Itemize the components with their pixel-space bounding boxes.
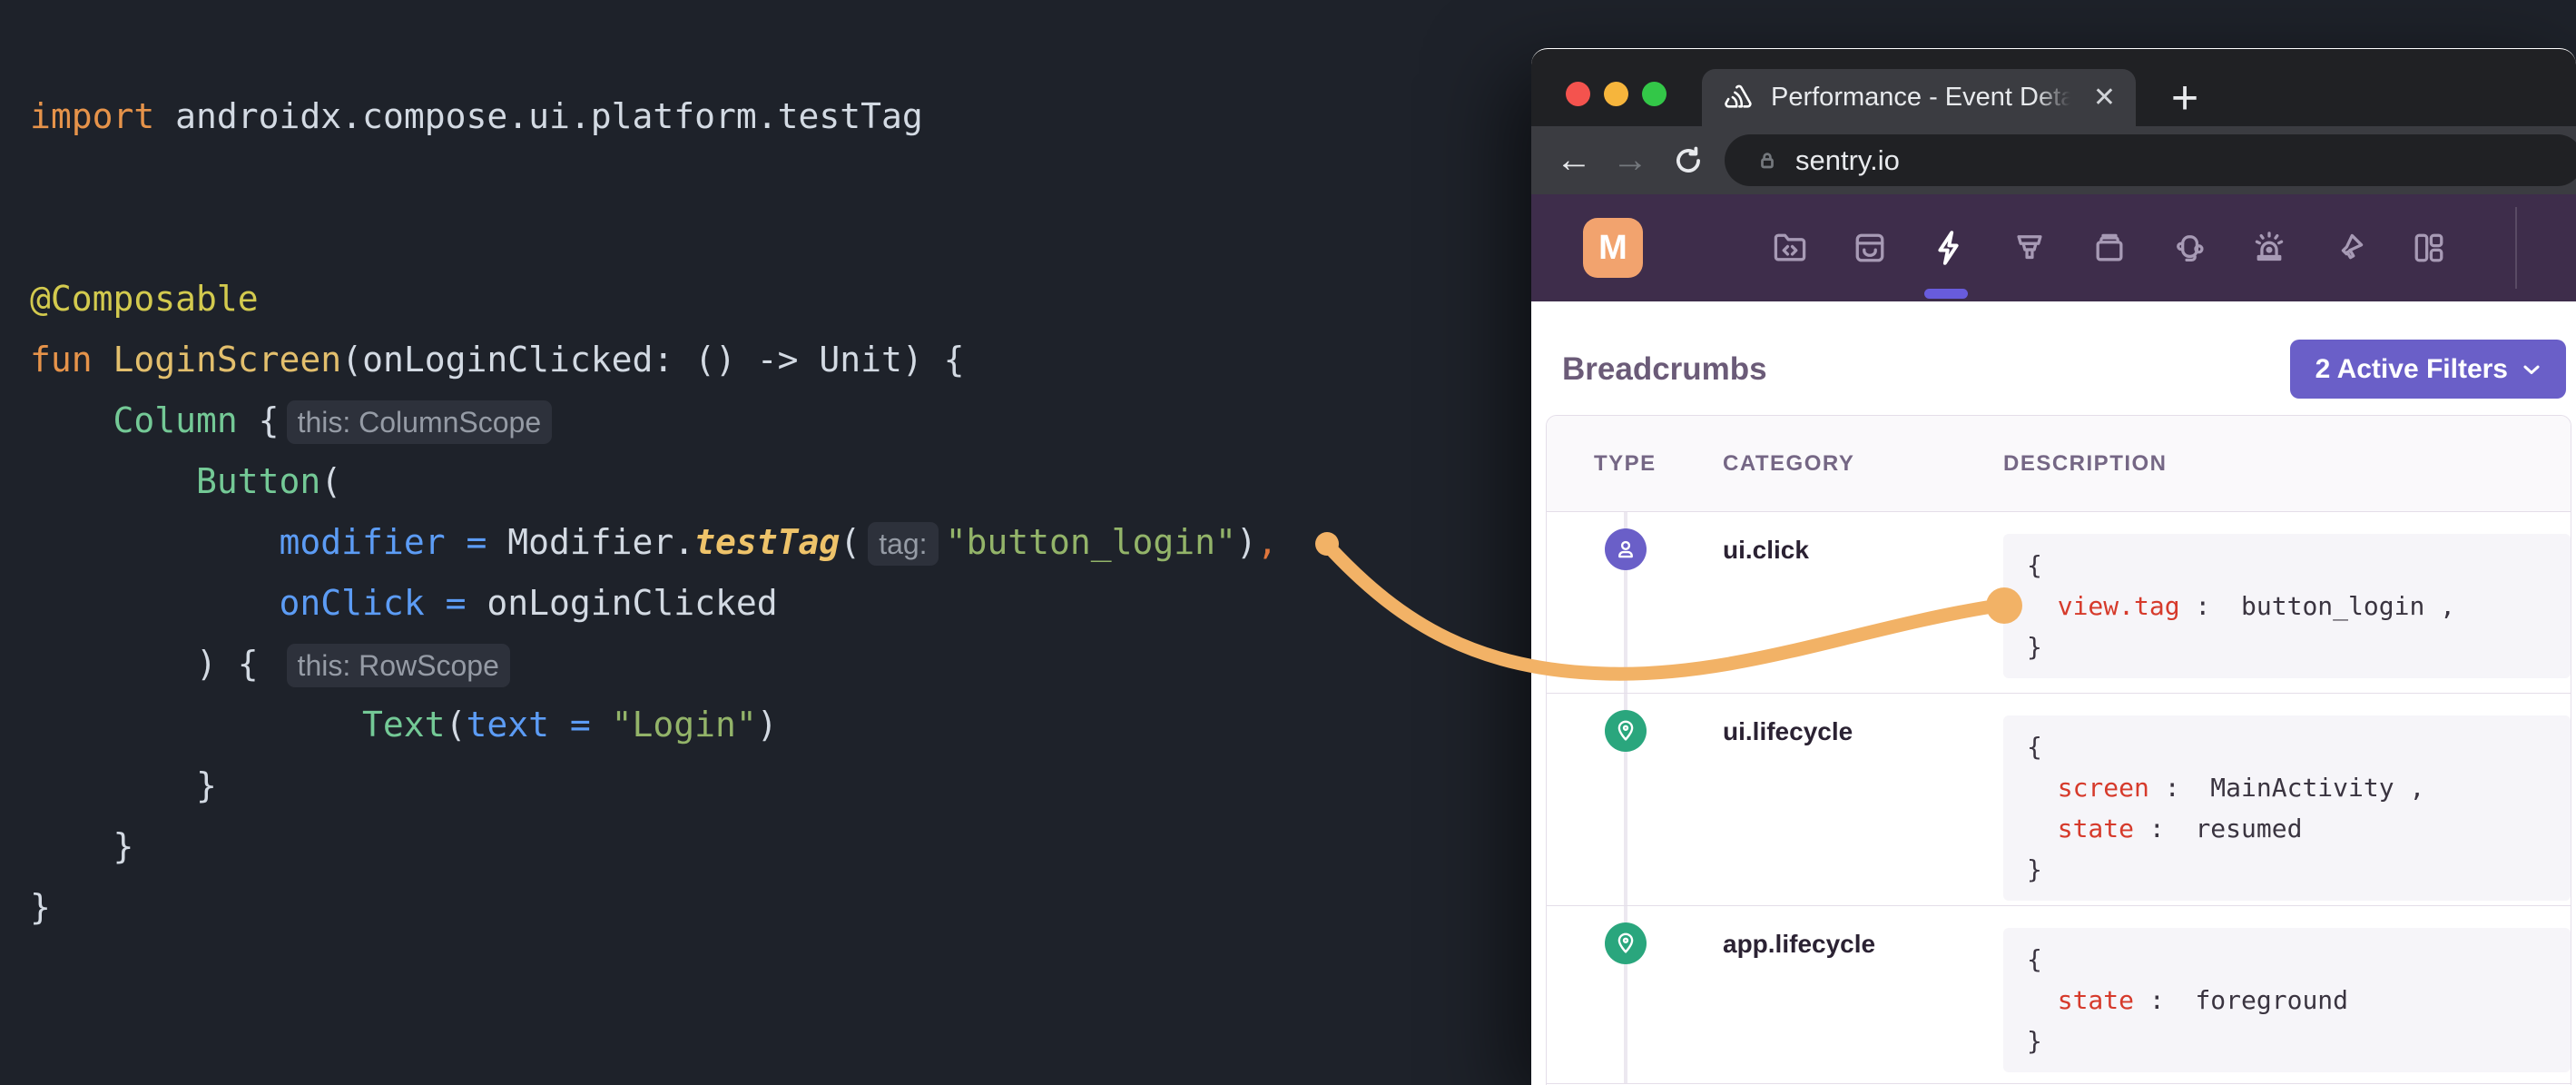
- table-body: ui.click{ view.tag : button_login , }ui.…: [1547, 512, 2571, 1084]
- tab-close-icon[interactable]: ✕: [2093, 84, 2116, 112]
- breadcrumbs-panel: TYPE CATEGORY DESCRIPTION ui.click { view.t…: [1546, 415, 2571, 1085]
- sentry-favicon-icon: [1722, 82, 1755, 114]
- breadcrumb-data: { state : foreground }: [2003, 928, 2571, 1072]
- code-line: Column {this: ColumnScope: [30, 390, 1278, 451]
- code-line: @Composable: [30, 269, 1278, 330]
- active-filters-button[interactable]: 2 Active Filters: [2290, 340, 2566, 399]
- nav-separator: [2515, 207, 2517, 289]
- user-icon: [1605, 528, 1647, 570]
- tab-title: Performance - Event Details - m: [1771, 83, 2070, 113]
- window-zoom-button[interactable]: [1642, 82, 1667, 106]
- nav-icon-alerts[interactable]: [2249, 228, 2289, 268]
- url-text: sentry.io: [1795, 144, 1900, 177]
- breadcrumb-category: ui.lifecycle: [1723, 717, 1853, 746]
- breadcrumb-data: { view.tag : button_login , }: [2003, 534, 2571, 678]
- code-line: [30, 208, 1278, 269]
- table-header: TYPE CATEGORY DESCRIPTION: [1547, 416, 2571, 512]
- browser-tab[interactable]: Performance - Event Details - m ✕: [1702, 69, 2136, 126]
- sentry-top-nav: M: [1531, 194, 2576, 301]
- breadcrumb-data: { screen : MainActivity , state : resume…: [2003, 715, 2571, 901]
- org-avatar[interactable]: M: [1583, 218, 1643, 278]
- address-bar[interactable]: sentry.io: [1725, 134, 2576, 186]
- breadcrumb-row-ui.click: ui.click { view.tag : button_login , }: [1547, 512, 2571, 694]
- nav-icon-projects[interactable]: [1770, 228, 1810, 268]
- code-line: import androidx.compose.ui.platform.test…: [30, 86, 1278, 147]
- code-line: [30, 147, 1278, 208]
- inlay-hint: tag:: [868, 522, 938, 566]
- active-tab-indicator: [1924, 289, 1968, 299]
- breadcrumb-category: ui.click: [1723, 536, 1809, 565]
- nav-icon-issues[interactable]: [1850, 228, 1890, 268]
- nav-icon-releases[interactable]: [2089, 228, 2129, 268]
- breadcrumb-row-app.lifecycle: app.lifecycle { state : foreground }: [1547, 906, 2571, 1084]
- inlay-hint: this: ColumnScope: [287, 400, 553, 444]
- nav-icon-performance[interactable]: [1930, 228, 1970, 268]
- page-title: Breadcrumbs: [1562, 351, 1767, 388]
- window-minimize-button[interactable]: [1604, 82, 1628, 106]
- code-line: modifier = Modifier.testTag(tag:"button_…: [30, 512, 1278, 573]
- browser-titlebar: Performance - Event Details - m ✕ +: [1531, 49, 2576, 126]
- breadcrumb-category: app.lifecycle: [1723, 930, 1875, 959]
- browser-window: Performance - Event Details - m ✕ + ← → …: [1531, 48, 2576, 1085]
- active-filters-label: 2 Active Filters: [2315, 354, 2508, 385]
- pin-icon: [1605, 710, 1647, 752]
- code-line: }: [30, 877, 1278, 938]
- browser-toolbar: ← → sentry.io: [1531, 126, 2576, 194]
- nav-icon-user-feedback[interactable]: [2169, 228, 2209, 268]
- code-line: fun LoginScreen(onLoginClicked: () -> Un…: [30, 330, 1278, 390]
- back-icon[interactable]: ←: [1549, 126, 1598, 194]
- column-header-description: DESCRIPTION: [2003, 416, 2168, 512]
- nav-icon-discover[interactable]: [2010, 228, 2050, 268]
- forward-icon[interactable]: →: [1606, 126, 1655, 194]
- code-line: }: [30, 755, 1278, 816]
- lock-icon: [1754, 147, 1781, 174]
- code-line: Text(text = "Login"): [30, 695, 1278, 755]
- pin-icon: [1605, 922, 1647, 964]
- window-close-button[interactable]: [1566, 82, 1590, 106]
- chevron-down-icon: [2519, 357, 2544, 382]
- reload-icon[interactable]: [1664, 126, 1713, 194]
- code-line: onClick = onLoginClicked: [30, 573, 1278, 634]
- nav-icon-stats[interactable]: [2329, 228, 2369, 268]
- column-header-category: CATEGORY: [1723, 416, 1854, 512]
- column-header-type: TYPE: [1594, 416, 1657, 512]
- page-content: Breadcrumbs 2 Active Filters TYPE CATEGOR…: [1531, 301, 2576, 1085]
- code-line: Button(: [30, 451, 1278, 512]
- code-line: }: [30, 816, 1278, 877]
- screenshot-root: import androidx.compose.ui.platform.test…: [0, 0, 2576, 1085]
- new-tab-button[interactable]: +: [2158, 69, 2212, 126]
- inlay-hint: this: RowScope: [287, 644, 510, 687]
- code-line: ) { this: RowScope: [30, 634, 1278, 695]
- nav-icon-dashboards[interactable]: [2409, 228, 2449, 268]
- breadcrumb-row-ui.lifecycle: ui.lifecycle { screen : MainActivity , st…: [1547, 694, 2571, 906]
- code-editor[interactable]: import androidx.compose.ui.platform.test…: [30, 86, 1278, 938]
